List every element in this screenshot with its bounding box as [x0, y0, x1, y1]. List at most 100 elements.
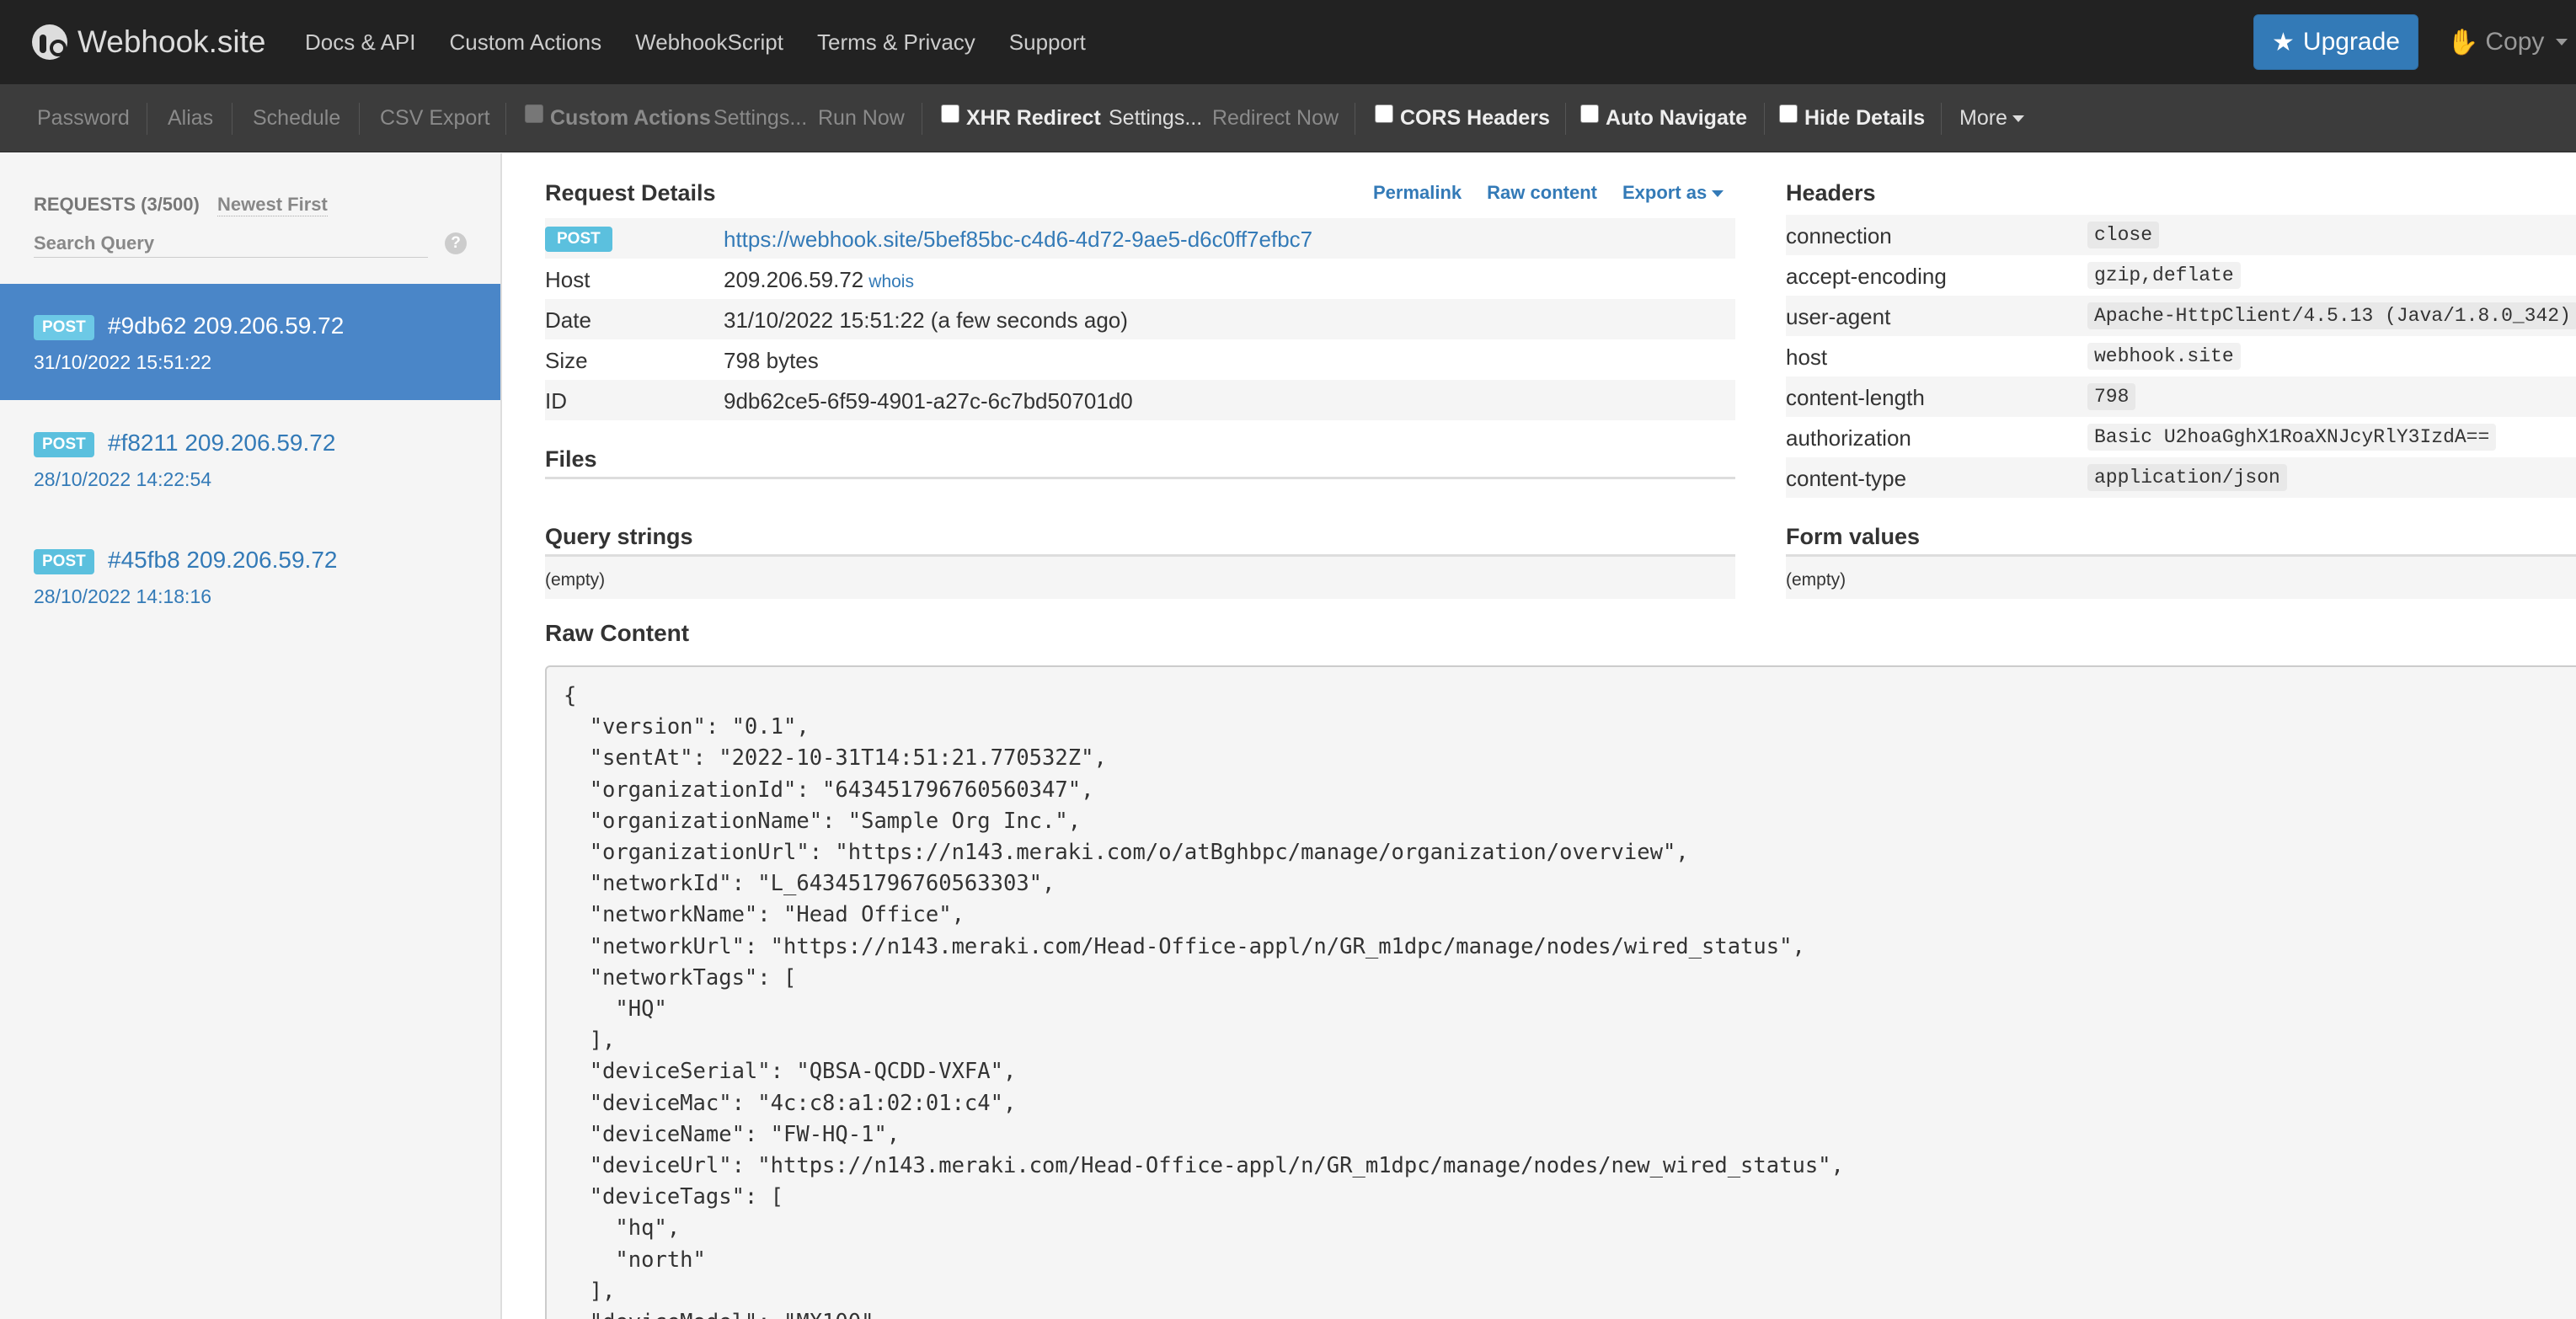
export-as-dropdown[interactable]: Export as: [1622, 182, 1724, 204]
toolbar-divider: [1764, 103, 1765, 135]
auto-navigate-label: Auto Navigate: [1606, 106, 1748, 130]
custom-actions-settings-button[interactable]: Settings...: [713, 84, 807, 152]
size-label: Size: [545, 348, 588, 373]
header-value: close: [2087, 222, 2160, 248]
hide-details-label: Hide Details: [1804, 106, 1926, 130]
headers-heading: Headers: [1786, 180, 1876, 206]
custom-actions-checkbox[interactable]: [525, 104, 543, 123]
request-title: #f8211 209.206.59.72: [108, 430, 336, 456]
header-row: connection close: [1786, 215, 2576, 255]
csv-export-button[interactable]: CSV Export: [380, 84, 490, 152]
webhook-logo-icon: [32, 24, 67, 60]
schedule-button[interactable]: Schedule: [253, 84, 340, 152]
hide-details-toggle[interactable]: Hide Details: [1779, 84, 1925, 152]
header-row: content-length 798: [1786, 376, 2576, 417]
form-values-heading: Form values: [1786, 524, 1921, 549]
xhr-redirect-checkbox[interactable]: [941, 104, 959, 123]
header-key: host: [1786, 344, 1828, 370]
header-key: content-length: [1786, 385, 1925, 410]
query-strings-value: (empty): [545, 557, 1735, 599]
whois-link[interactable]: whois: [868, 272, 914, 291]
files-divider: [545, 477, 1735, 479]
more-dropdown[interactable]: More: [1959, 84, 2024, 152]
cors-headers-toggle[interactable]: CORS Headers: [1375, 84, 1550, 152]
nav-terms-privacy[interactable]: Terms & Privacy: [817, 29, 975, 56]
detail-row-host: Host 209.206.59.72 whois: [545, 259, 1735, 299]
header-key: connection: [1786, 223, 1892, 248]
cors-headers-checkbox[interactable]: [1375, 104, 1393, 123]
files-heading: Files: [545, 446, 597, 472]
upgrade-label: Upgrade: [2302, 28, 2400, 56]
help-icon[interactable]: ?: [445, 232, 467, 254]
detail-row-size: Size 798 bytes: [545, 339, 1735, 380]
detail-row-id: ID 9db62ce5-6f59-4901-a27c-6c7bd50701d0: [545, 380, 1735, 420]
toolbar-divider: [1941, 103, 1942, 135]
request-url[interactable]: https://webhook.site/5bef85bc-c4d6-4d72-…: [724, 227, 1312, 253]
request-item[interactable]: POST #9db62 209.206.59.72 31/10/2022 15:…: [0, 284, 500, 400]
brand[interactable]: Webhook.site: [32, 22, 266, 62]
request-item[interactable]: POST #f8211 209.206.59.72 28/10/2022 14:…: [0, 401, 500, 517]
chevron-down-icon: [2012, 115, 2024, 122]
request-details-heading: Request Details: [545, 180, 716, 206]
more-label: More: [1959, 106, 2007, 130]
auto-navigate-toggle[interactable]: Auto Navigate: [1580, 84, 1747, 152]
clipboard-icon: ✋: [2447, 28, 2479, 56]
nav-webhookscript[interactable]: WebhookScript: [635, 29, 783, 56]
xhr-redirect-toggle[interactable]: XHR Redirect: [941, 84, 1101, 152]
detail-row-url: POST https://webhook.site/5bef85bc-c4d6-…: [545, 218, 1735, 259]
requests-count: REQUESTS (3/500): [34, 194, 200, 215]
detail-actions: Permalink Raw content Export as: [1373, 182, 1724, 204]
copy-label: Copy: [2485, 28, 2545, 56]
password-button[interactable]: Password: [37, 84, 130, 152]
id-label: ID: [545, 388, 567, 414]
id-value: 9db62ce5-6f59-4901-a27c-6c7bd50701d0: [724, 388, 1133, 414]
cors-headers-label: CORS Headers: [1400, 106, 1550, 130]
star-icon: ★: [2272, 28, 2295, 56]
host-label: Host: [545, 267, 591, 292]
detail-row-date: Date 31/10/2022 15:51:22 (a few seconds …: [545, 299, 1735, 339]
request-item[interactable]: POST #45fb8 209.206.59.72 28/10/2022 14:…: [0, 518, 500, 634]
toolbar: Password Alias Schedule CSV Export Custo…: [0, 84, 2576, 152]
raw-content-link[interactable]: Raw content: [1487, 182, 1597, 204]
nav-docs-api[interactable]: Docs & API: [305, 29, 416, 56]
redirect-now-button[interactable]: Redirect Now: [1212, 84, 1339, 152]
alias-button[interactable]: Alias: [168, 84, 213, 152]
xhr-settings-button[interactable]: Settings...: [1109, 84, 1202, 152]
form-values-value: (empty): [1786, 557, 2576, 599]
export-as-label: Export as: [1622, 182, 1708, 203]
sort-order-toggle[interactable]: Newest First: [217, 194, 328, 216]
header-value: application/json: [2087, 464, 2287, 491]
header-value: Apache-HttpClient/4.5.13 (Java/1.8.0_342…: [2087, 302, 2576, 329]
auto-navigate-checkbox[interactable]: [1580, 104, 1599, 123]
custom-actions-label: Custom Actions: [550, 106, 711, 130]
raw-content-body: { "version": "0.1", "sentAt": "2022-10-3…: [564, 683, 1844, 1319]
toolbar-divider: [359, 103, 360, 135]
request-time: 31/10/2022 15:51:22: [34, 351, 212, 373]
size-value: 798 bytes: [724, 348, 819, 373]
request-time: 28/10/2022 14:18:16: [34, 585, 212, 607]
date-value: 31/10/2022 15:51:22 (a few seconds ago): [724, 307, 1128, 333]
request-title: #9db62 209.206.59.72: [108, 312, 345, 339]
upgrade-button[interactable]: ★ Upgrade: [2253, 14, 2418, 70]
top-navbar: Webhook.site Docs & API Custom Actions W…: [0, 0, 2576, 84]
hide-details-checkbox[interactable]: [1779, 104, 1798, 123]
request-time: 28/10/2022 14:22:54: [34, 468, 212, 490]
search-query-input[interactable]: [34, 229, 428, 258]
custom-actions-toggle[interactable]: Custom Actions: [525, 84, 711, 152]
header-key: authorization: [1786, 425, 1911, 451]
nav-custom-actions[interactable]: Custom Actions: [450, 29, 602, 56]
method-badge: POST: [34, 432, 94, 457]
toolbar-divider: [505, 103, 506, 135]
host-value: 209.206.59.72 whois: [724, 267, 914, 293]
chevron-down-icon: [1712, 190, 1724, 198]
query-strings-heading: Query strings: [545, 524, 693, 549]
permalink-link[interactable]: Permalink: [1373, 182, 1462, 204]
nav-support[interactable]: Support: [1009, 29, 1086, 56]
raw-content-box[interactable]: { "version": "0.1", "sentAt": "2022-10-3…: [545, 665, 2576, 1319]
header-value: webhook.site: [2087, 343, 2241, 370]
header-value: gzip,deflate: [2087, 262, 2241, 289]
copy-button[interactable]: ✋ Copy: [2447, 24, 2568, 61]
header-row: host webhook.site: [1786, 336, 2576, 376]
raw-content-heading: Raw Content: [545, 620, 690, 646]
run-now-button[interactable]: Run Now: [818, 84, 905, 152]
